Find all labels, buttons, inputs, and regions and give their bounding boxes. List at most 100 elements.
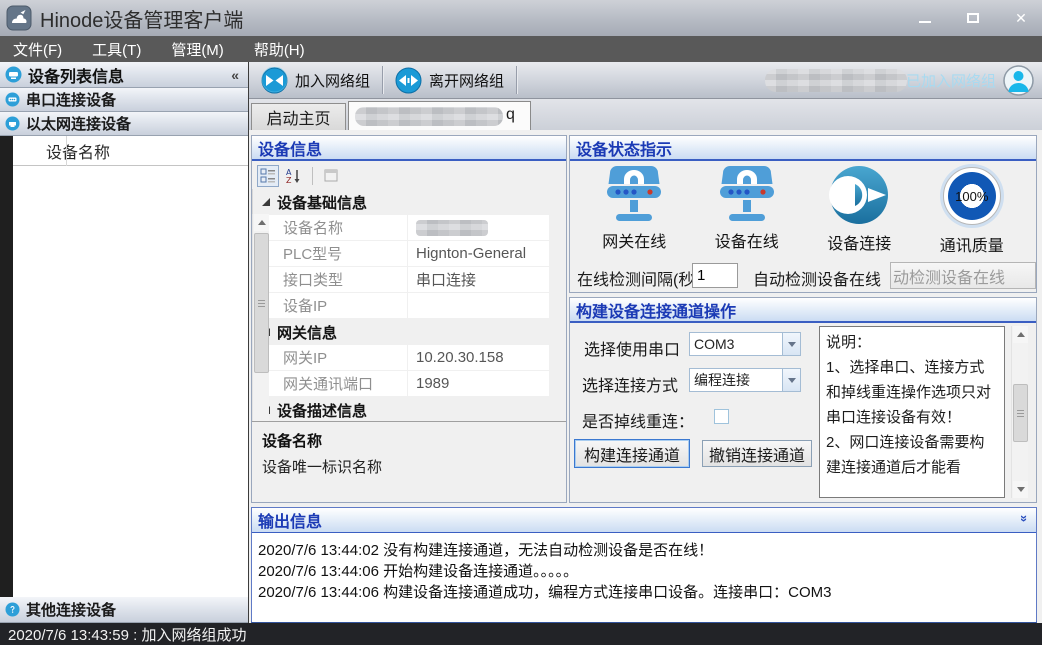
property-grid[interactable]: 设备基础信息 设备名称 PLC型号 Hignton-General 接口类型 串… — [252, 189, 549, 418]
interval-input[interactable] — [692, 263, 738, 288]
minimize-button[interactable] — [918, 11, 932, 25]
property-label: 设备IP — [253, 293, 408, 318]
thumb-grip-icon — [1017, 410, 1024, 417]
sidebar-item-label: 串口连接设备 — [26, 89, 116, 110]
device-list-column-header[interactable]: 设备名称 — [13, 136, 248, 166]
sidebar-collapse-icon[interactable]: « — [231, 67, 239, 83]
auto-detect-button[interactable]: 动检测设备在线 — [890, 262, 1036, 289]
device-status-title: 设备状态指示 — [576, 136, 672, 160]
main-toolbar: 加入网络组 离开网络组 已加入网络组 — [249, 62, 1042, 99]
tab-home-label: 启动主页 — [266, 105, 330, 129]
device-info-title: 设备信息 — [258, 136, 322, 160]
indicator-label: 通讯质量 — [940, 232, 1004, 256]
property-row[interactable]: 网关IP 10.20.30.158 — [253, 345, 549, 371]
note-scrollbar[interactable] — [1011, 326, 1028, 498]
property-pages-icon — [323, 168, 339, 184]
sidebar-item-serial-devices[interactable]: 串口连接设备 — [0, 88, 248, 112]
sidebar-item-other-devices[interactable]: 其他连接设备 — [0, 597, 248, 623]
destroy-channel-button[interactable]: 撤销连接通道 — [702, 440, 812, 467]
scroll-up-icon[interactable] — [1013, 326, 1028, 343]
menu-help[interactable]: 帮助(H) — [239, 36, 320, 62]
property-value — [408, 293, 549, 318]
interval-label: 在线检测间隔(秒 — [577, 266, 694, 290]
sidebar-header: 设备列表信息 « — [0, 62, 248, 88]
close-button[interactable]: ✕ — [1014, 11, 1028, 25]
scroll-up-icon[interactable] — [254, 214, 269, 231]
tab-device-page[interactable]: q — [348, 101, 531, 130]
output-log[interactable]: 2020/7/6 13:44:02 没有构建连接通道，无法自动检测设备是否在线！… — [252, 535, 1036, 622]
reconnect-checkbox[interactable] — [714, 409, 729, 424]
scrollbar-thumb[interactable] — [254, 233, 269, 373]
property-row[interactable]: 接口类型 串口连接 — [253, 267, 549, 293]
connect-mode-value: 编程连接 — [690, 370, 782, 390]
category-row[interactable]: 网关信息 — [253, 319, 549, 345]
menu-manage[interactable]: 管理(M) — [156, 36, 239, 62]
az-sort-icon: A Z — [286, 168, 302, 184]
device-online-icon — [714, 164, 780, 224]
device-list-icon — [5, 66, 22, 83]
property-row[interactable]: 设备IP — [253, 293, 549, 319]
leave-network-button[interactable]: 离开网络组 — [383, 65, 516, 95]
quality-value: 100% — [955, 189, 988, 204]
connect-mode-label: 选择连接方式 — [582, 372, 678, 396]
expander-icon — [262, 198, 270, 206]
join-network-button[interactable]: 加入网络组 — [249, 65, 382, 95]
property-row[interactable]: 设备名称 — [253, 215, 549, 241]
property-description-pane: 设备名称 设备唯一标识名称 — [252, 421, 566, 502]
categorized-view-button[interactable] — [257, 165, 279, 187]
collapse-chevron-icon[interactable]: » — [1017, 515, 1032, 522]
status-indicators: 网关在线 设备在线 — [570, 164, 1036, 260]
build-channel-button[interactable]: 构建连接通道 — [574, 439, 690, 468]
category-row-clipped[interactable]: 设备描述信息 — [253, 397, 549, 418]
maximize-button[interactable] — [966, 11, 980, 25]
device-list: 设备名称 — [0, 136, 248, 597]
property-pages-button[interactable] — [320, 165, 342, 187]
connect-mode-select[interactable]: 编程连接 — [689, 368, 801, 392]
status-bar: 2020/7/6 13:43:59 : 加入网络组成功 — [0, 623, 1042, 645]
avatar[interactable] — [1003, 65, 1034, 101]
chevron-down-icon — [788, 342, 796, 347]
user-avatar-icon — [1003, 65, 1034, 96]
sidebar-item-label: 其他连接设备 — [26, 599, 116, 620]
dropdown-button[interactable] — [782, 333, 800, 355]
join-network-label: 加入网络组 — [295, 70, 370, 91]
dropdown-button[interactable] — [782, 369, 800, 391]
minimize-icon — [919, 21, 931, 23]
device-status-header: 设备状态指示 — [570, 136, 1036, 161]
property-grid-toolbar: A Z — [252, 163, 566, 189]
property-value: 串口连接 — [408, 267, 549, 292]
thumb-grip-icon — [258, 300, 265, 307]
maximize-icon — [967, 13, 979, 23]
device-status-panel: 设备状态指示 网关在线 — [569, 135, 1037, 293]
device-connect-icon — [828, 164, 890, 226]
property-value: 1989 — [408, 371, 549, 396]
indicator-label: 网关在线 — [602, 228, 666, 252]
property-grid-scrollbar[interactable] — [252, 214, 269, 443]
indicator-comm-quality: 100% 通讯质量 — [917, 164, 1027, 260]
sidebar-item-ethernet-devices[interactable]: 以太网连接设备 — [0, 112, 248, 136]
log-line: 2020/7/6 13:44:06 构建设备连接通道成功，编程方式连接串口设备。… — [258, 582, 1030, 603]
property-row[interactable]: 网关通讯端口 1989 — [253, 371, 549, 397]
property-label: 网关IP — [253, 345, 408, 370]
scrollbar-thumb[interactable] — [1013, 384, 1028, 442]
category-label: 设备描述信息 — [277, 400, 367, 419]
menu-tools[interactable]: 工具(T) — [77, 36, 156, 62]
leave-network-label: 离开网络组 — [429, 70, 504, 91]
sidebar-title: 设备列表信息 — [28, 63, 124, 87]
property-label: 接口类型 — [253, 267, 408, 292]
log-line: 2020/7/6 13:44:02 没有构建连接通道，无法自动检测设备是否在线！ — [258, 540, 1030, 561]
property-row[interactable]: PLC型号 Hignton-General — [253, 241, 549, 267]
indicator-device-connect: 设备连接 — [804, 164, 914, 260]
menu-file[interactable]: 文件(F) — [0, 36, 77, 62]
tab-start-home[interactable]: 启动主页 — [251, 103, 346, 130]
description-text: 设备唯一标识名称 — [262, 456, 556, 477]
alphabetical-sort-button[interactable]: A Z — [283, 165, 305, 187]
chevron-down-icon — [788, 378, 796, 383]
category-row[interactable]: 设备基础信息 — [253, 189, 549, 215]
serial-port-select[interactable]: COM3 — [689, 332, 801, 356]
scroll-down-icon[interactable] — [1013, 481, 1028, 498]
title-bar: Hinode设备管理客户端 ✕ — [0, 0, 1042, 36]
toolbar-separator — [312, 167, 313, 185]
online-detect-row: 在线检测间隔(秒 自动检测设备在线 动检测设备在线 — [570, 261, 1036, 291]
censored-device-tab-name — [355, 107, 503, 126]
